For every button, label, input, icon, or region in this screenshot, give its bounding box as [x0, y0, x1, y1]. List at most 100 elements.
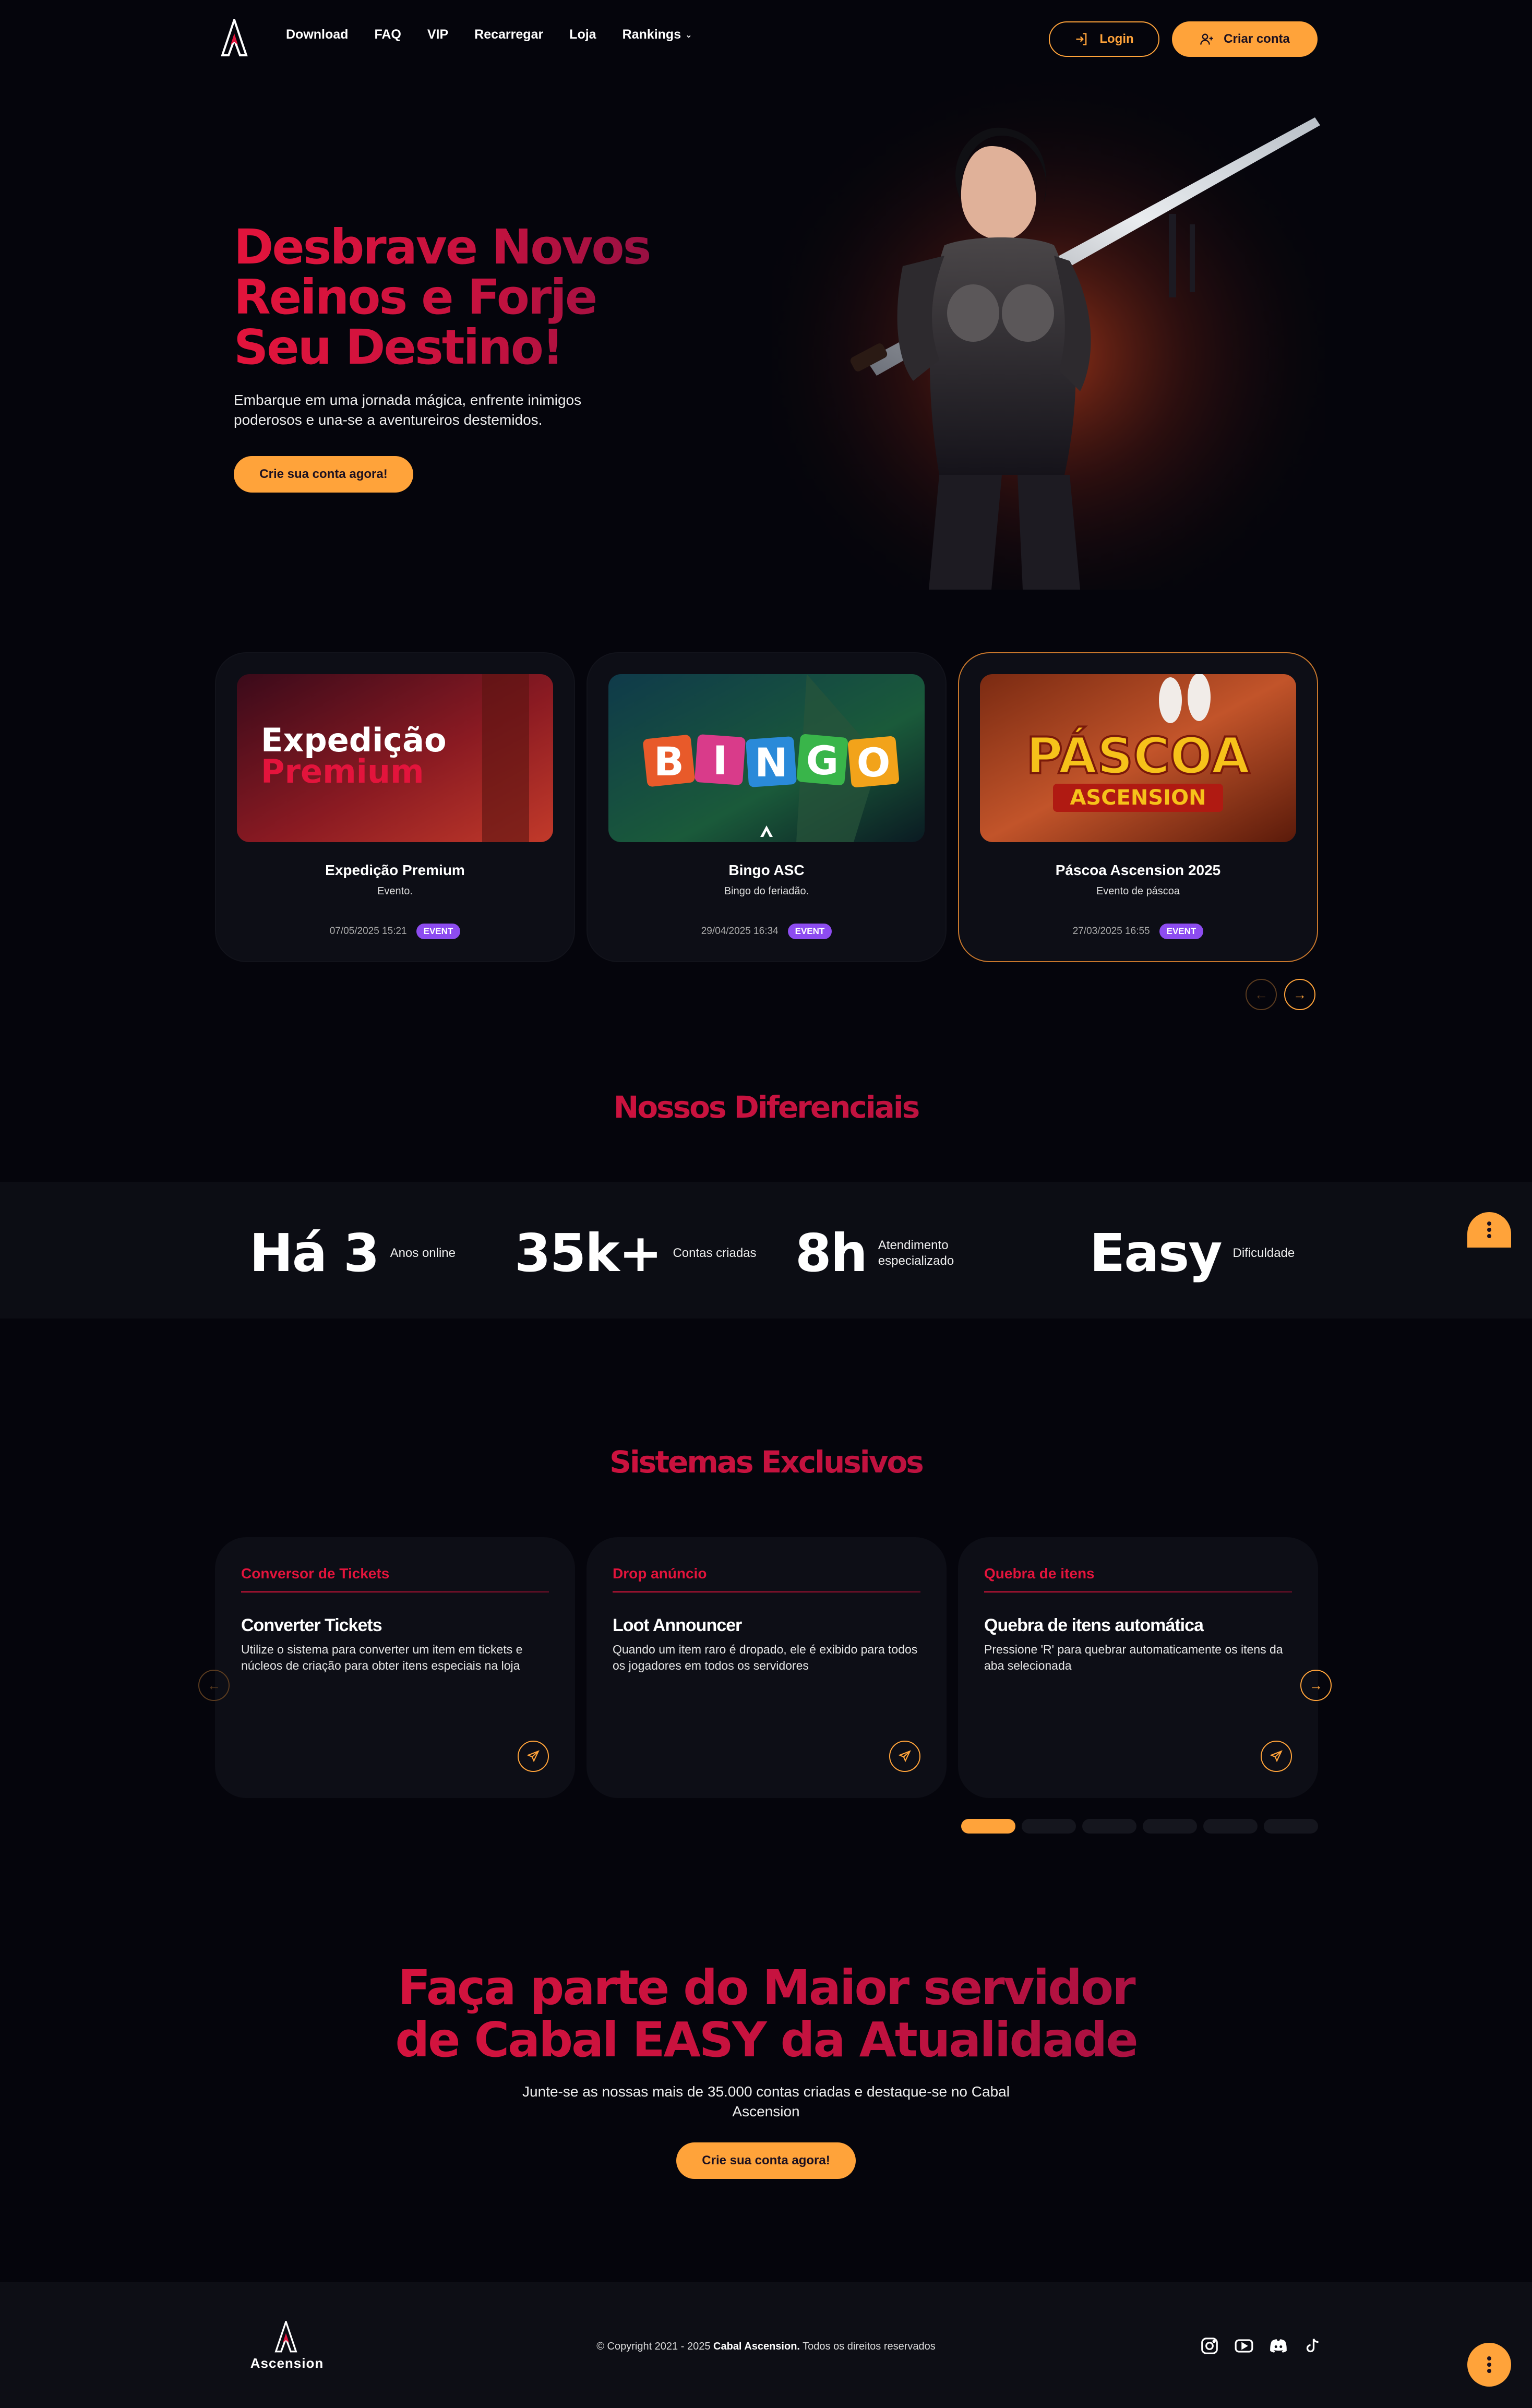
login-label: Login	[1099, 32, 1134, 46]
discord-icon[interactable]	[1267, 2334, 1290, 2357]
hero-title-line: Reinos e Forje	[234, 269, 596, 325]
stat-label: Anos online	[390, 1245, 456, 1261]
system-open-button[interactable]	[889, 1741, 920, 1772]
thumb-text: ASCENSION	[1070, 786, 1206, 810]
nav-loja[interactable]: Loja	[569, 27, 596, 42]
login-icon	[1076, 33, 1087, 45]
system-divider	[241, 1591, 549, 1592]
chat-widget-button[interactable]	[1467, 2343, 1511, 2387]
stat-label-line: Dificuldade	[1232, 1245, 1295, 1260]
thumb-text: PÁSCOA	[1026, 726, 1250, 785]
stat-label: Atendimento especializado	[878, 1238, 954, 1269]
stat-label-line: especializado	[878, 1253, 954, 1268]
systems-next-button[interactable]: →	[1300, 1670, 1332, 1701]
news-date: 07/05/2025 15:21	[329, 926, 407, 937]
stat-value: 35k+	[514, 1223, 662, 1284]
stat-label-line: Contas criadas	[673, 1245, 757, 1260]
cta-title-line: Faça parte do Maior servidor	[398, 1960, 1134, 2016]
nav-links: Download FAQ VIP Recarregar Loja Ranking…	[286, 27, 692, 42]
news-thumbnail: B I N G O	[608, 674, 925, 842]
system-divider	[613, 1591, 920, 1592]
bingo-letter: O	[857, 739, 891, 786]
cta-title: Faça parte do Maior servidor de Cabal EA…	[0, 1962, 1532, 2066]
system-card: Drop anúncio Loot Announcer Quando um it…	[587, 1537, 947, 1798]
system-open-button[interactable]	[1261, 1741, 1292, 1772]
stat-value: Há 3	[249, 1223, 380, 1284]
stat-value: 8h	[795, 1223, 868, 1284]
cta-subtitle-line: Ascension	[732, 2103, 800, 2119]
tiktok-icon[interactable]	[1301, 2334, 1324, 2357]
system-tag: Conversor de Tickets	[241, 1565, 390, 1582]
system-open-button[interactable]	[518, 1741, 549, 1772]
pagination-dot[interactable]	[1143, 1819, 1197, 1834]
news-desc: Bingo do feriadão.	[724, 885, 809, 897]
news-next-button[interactable]: →	[1284, 979, 1315, 1010]
stat-years: Há 3 Anos online	[249, 1223, 456, 1284]
hero-title-line: Desbrave Novos	[234, 219, 650, 275]
news-desc: Evento.	[377, 885, 413, 897]
stat-label-line: Anos online	[390, 1245, 456, 1260]
bingo-letter: N	[755, 739, 788, 786]
cta-title-line: de Cabal EASY da Atualidade	[395, 2012, 1137, 2068]
pagination-dot[interactable]	[1264, 1819, 1318, 1834]
system-text: Pressione 'R' para quebrar automaticamen…	[984, 1643, 1283, 1672]
social-links	[1198, 2334, 1324, 2357]
thumb-text: Premium	[261, 752, 424, 790]
hero-subtitle-line: poderosos e una-se a aventureiros destem…	[234, 412, 543, 428]
news-meta: 29/04/2025 16:34 EVENT	[588, 924, 945, 939]
copyright-brand: Cabal Ascension.	[713, 2341, 800, 2352]
system-heading: Loot Announcer	[613, 1615, 742, 1635]
copyright-prefix: © Copyright 2021 - 2025	[596, 2341, 713, 2352]
hero-title: Desbrave Novos Reinos e Forje Seu Destin…	[234, 222, 703, 373]
send-icon	[898, 1750, 911, 1763]
pagination-dot[interactable]	[1022, 1819, 1076, 1834]
event-badge: EVENT	[787, 924, 832, 939]
news-card-active[interactable]: PÁSCOA ASCENSION Páscoa Ascension 2025 E…	[958, 652, 1318, 962]
stat-value: Easy	[1090, 1223, 1222, 1284]
news-card[interactable]: B I N G O Bingo ASC Bingo do feriadão. 2…	[587, 652, 947, 962]
event-badge: EVENT	[416, 924, 461, 939]
ascension-logo[interactable]	[219, 19, 249, 57]
news-card[interactable]: Expedição Premium Expedição Premium Even…	[215, 652, 575, 962]
hero-title-line: Seu Destino!	[234, 319, 562, 375]
youtube-icon[interactable]	[1232, 2334, 1255, 2357]
system-tag: Quebra de itens	[984, 1565, 1095, 1582]
nav-faq[interactable]: FAQ	[374, 27, 401, 42]
news-thumbnail: Expedição Premium	[237, 674, 553, 842]
cta-button[interactable]: Crie sua conta agora!	[676, 2142, 856, 2179]
instagram-icon[interactable]	[1198, 2334, 1221, 2357]
system-divider	[984, 1591, 1292, 1592]
bingo-letter: I	[713, 737, 727, 784]
footer: Ascension © Copyright 2021 - 2025 Cabal …	[0, 2282, 1532, 2408]
nav-download[interactable]: Download	[286, 27, 348, 42]
stat-label: Dificuldade	[1233, 1245, 1295, 1261]
login-button[interactable]: Login	[1049, 21, 1159, 57]
sistemas-title: Sistemas Exclusivos	[0, 1444, 1532, 1480]
system-text: Utilize o sistema para converter um item…	[241, 1643, 523, 1672]
diferenciais-title: Nossos Diferenciais	[0, 1089, 1532, 1125]
nav-vip[interactable]: VIP	[427, 27, 448, 42]
pagination-dot[interactable]	[1203, 1819, 1258, 1834]
arrow-left-icon: ←	[1254, 986, 1268, 1002]
news-prev-button[interactable]: ←	[1246, 979, 1277, 1010]
system-card: Conversor de Tickets Converter Tickets U…	[215, 1537, 575, 1798]
systems-prev-button[interactable]: ←	[198, 1670, 230, 1701]
news-thumbnail: PÁSCOA ASCENSION	[980, 674, 1296, 842]
system-text: Quando um item raro é dropado, ele é exi…	[613, 1643, 918, 1672]
hero-warrior-illustration	[772, 68, 1325, 590]
nav-recarregar[interactable]: Recarregar	[474, 27, 543, 42]
footer-logo-text: Ascension	[250, 2355, 324, 2371]
signup-button[interactable]: Criar conta	[1172, 21, 1318, 57]
send-icon	[526, 1750, 540, 1763]
stats-bar: Há 3 Anos online 35k+ Contas criadas 8h …	[0, 1182, 1532, 1319]
carousel-pagination	[961, 1819, 1318, 1834]
chat-widget-button[interactable]	[1467, 1212, 1511, 1248]
hero-cta-button[interactable]: Crie sua conta agora!	[234, 456, 413, 493]
news-title: Bingo ASC	[728, 862, 805, 878]
news-meta: 27/03/2025 16:55 EVENT	[959, 924, 1317, 939]
nav-rankings[interactable]: Rankings ⌄	[623, 27, 692, 42]
hero-subtitle: Embarque em uma jornada mágica, enfrente…	[234, 390, 609, 430]
pagination-dot-active[interactable]	[961, 1819, 1015, 1834]
system-heading: Quebra de itens automática	[984, 1615, 1204, 1635]
pagination-dot[interactable]	[1082, 1819, 1136, 1834]
